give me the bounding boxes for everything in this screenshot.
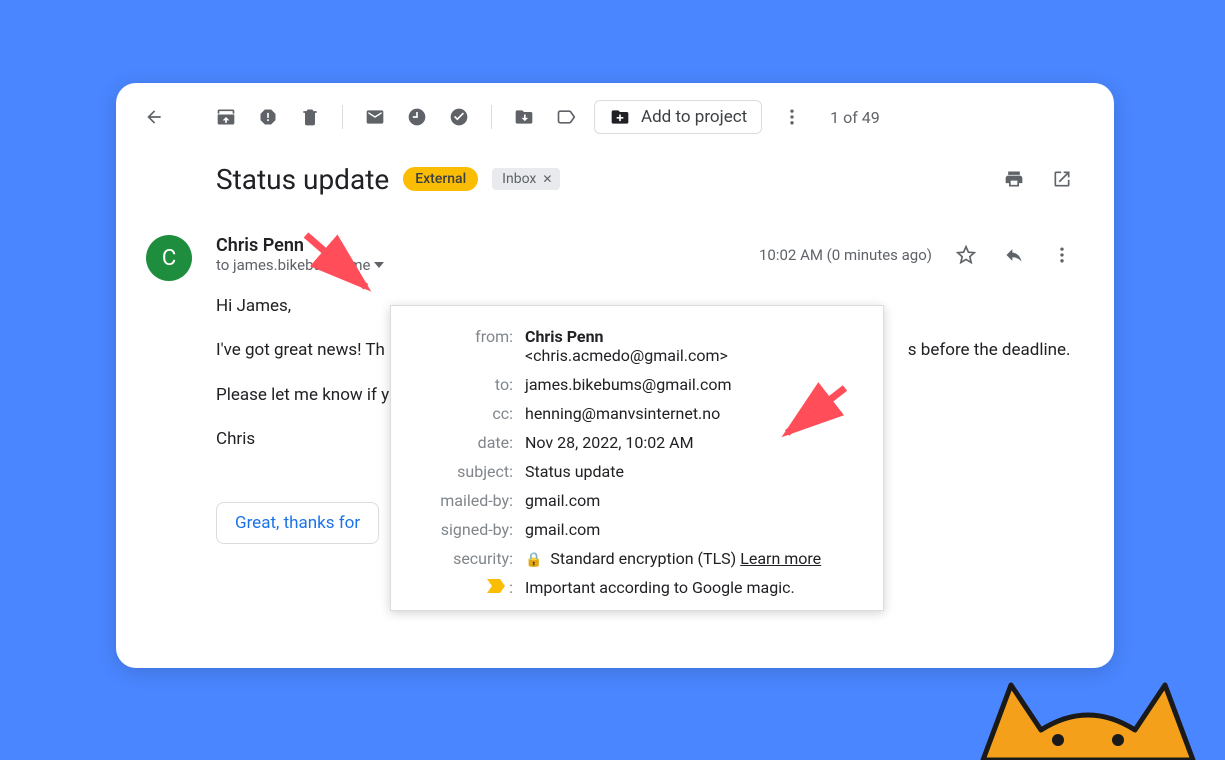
recipients-text: to james.bikebums, me <box>216 256 370 274</box>
chevron-down-icon <box>374 262 384 268</box>
delete-button[interactable] <box>290 97 330 137</box>
toolbar: Add to project 1 of 49 <box>116 83 1114 151</box>
popup-label-to: to: <box>409 370 519 399</box>
popup-from-name: Chris Penn <box>525 327 604 346</box>
subject-text: Status update <box>216 163 389 196</box>
popup-from-email: <chris.acmedo@gmail.com> <box>525 346 728 365</box>
open-new-window-button[interactable] <box>1042 159 1082 199</box>
popup-subject: Status update <box>519 457 865 486</box>
popup-label-security: security: <box>409 544 519 573</box>
learn-more-link[interactable]: Learn more <box>740 549 821 568</box>
add-to-project-label: Add to project <box>641 107 747 127</box>
thread-counter: 1 of 49 <box>830 108 880 127</box>
smart-reply-text: Great, thanks for <box>235 513 360 533</box>
reply-button[interactable] <box>994 235 1034 275</box>
recipients-dropdown[interactable]: to james.bikebums, me <box>216 256 384 274</box>
importance-icon: : <box>409 573 519 602</box>
message-more-button[interactable] <box>1042 235 1082 275</box>
add-to-project-button[interactable]: Add to project <box>594 100 762 134</box>
inbox-label-chip[interactable]: Inbox ✕ <box>492 168 560 190</box>
inbox-label-text: Inbox <box>502 171 536 187</box>
external-badge: External <box>403 167 478 191</box>
labels-button[interactable] <box>546 97 586 137</box>
lock-icon: 🔒 <box>525 552 542 568</box>
remove-label-icon[interactable]: ✕ <box>542 172 552 186</box>
smart-reply-chip[interactable]: Great, thanks for <box>216 502 379 544</box>
popup-security: 🔒 Standard encryption (TLS) Learn more <box>519 544 865 573</box>
move-to-button[interactable] <box>504 97 544 137</box>
popup-signedby: gmail.com <box>519 515 865 544</box>
popup-label-from: from: <box>409 322 519 370</box>
popup-label-signedby: signed-by: <box>409 515 519 544</box>
star-button[interactable] <box>946 235 986 275</box>
popup-label-subject: subject: <box>409 457 519 486</box>
add-to-tasks-button[interactable] <box>439 97 479 137</box>
toolbar-separator <box>491 105 492 129</box>
avatar: C <box>146 235 192 281</box>
message-header: C Chris Penn to james.bikebums, me 10:02… <box>216 235 1082 275</box>
snooze-button[interactable] <box>397 97 437 137</box>
mark-unread-button[interactable] <box>355 97 395 137</box>
popup-label-mailedby: mailed-by: <box>409 486 519 515</box>
popup-cc: henning@manvsinternet.no <box>519 399 865 428</box>
popup-importance: Important according to Google magic. <box>519 573 865 602</box>
report-spam-button[interactable] <box>248 97 288 137</box>
popup-date: Nov 28, 2022, 10:02 AM <box>519 428 865 457</box>
toolbar-separator <box>342 105 343 129</box>
popup-mailedby: gmail.com <box>519 486 865 515</box>
archive-button[interactable] <box>206 97 246 137</box>
message-time: 10:02 AM (0 minutes ago) <box>759 246 932 264</box>
popup-label-cc: cc: <box>409 399 519 428</box>
back-button[interactable] <box>134 97 174 137</box>
popup-label-date: date: <box>409 428 519 457</box>
more-button[interactable] <box>772 97 812 137</box>
print-button[interactable] <box>994 159 1034 199</box>
sender-name: Chris Penn <box>216 235 384 256</box>
message-details-popup: from: Chris Penn <chris.acmedo@gmail.com… <box>390 305 884 611</box>
popup-to: james.bikebums@gmail.com <box>519 370 865 399</box>
subject-row: Status update External Inbox ✕ <box>216 159 1082 199</box>
